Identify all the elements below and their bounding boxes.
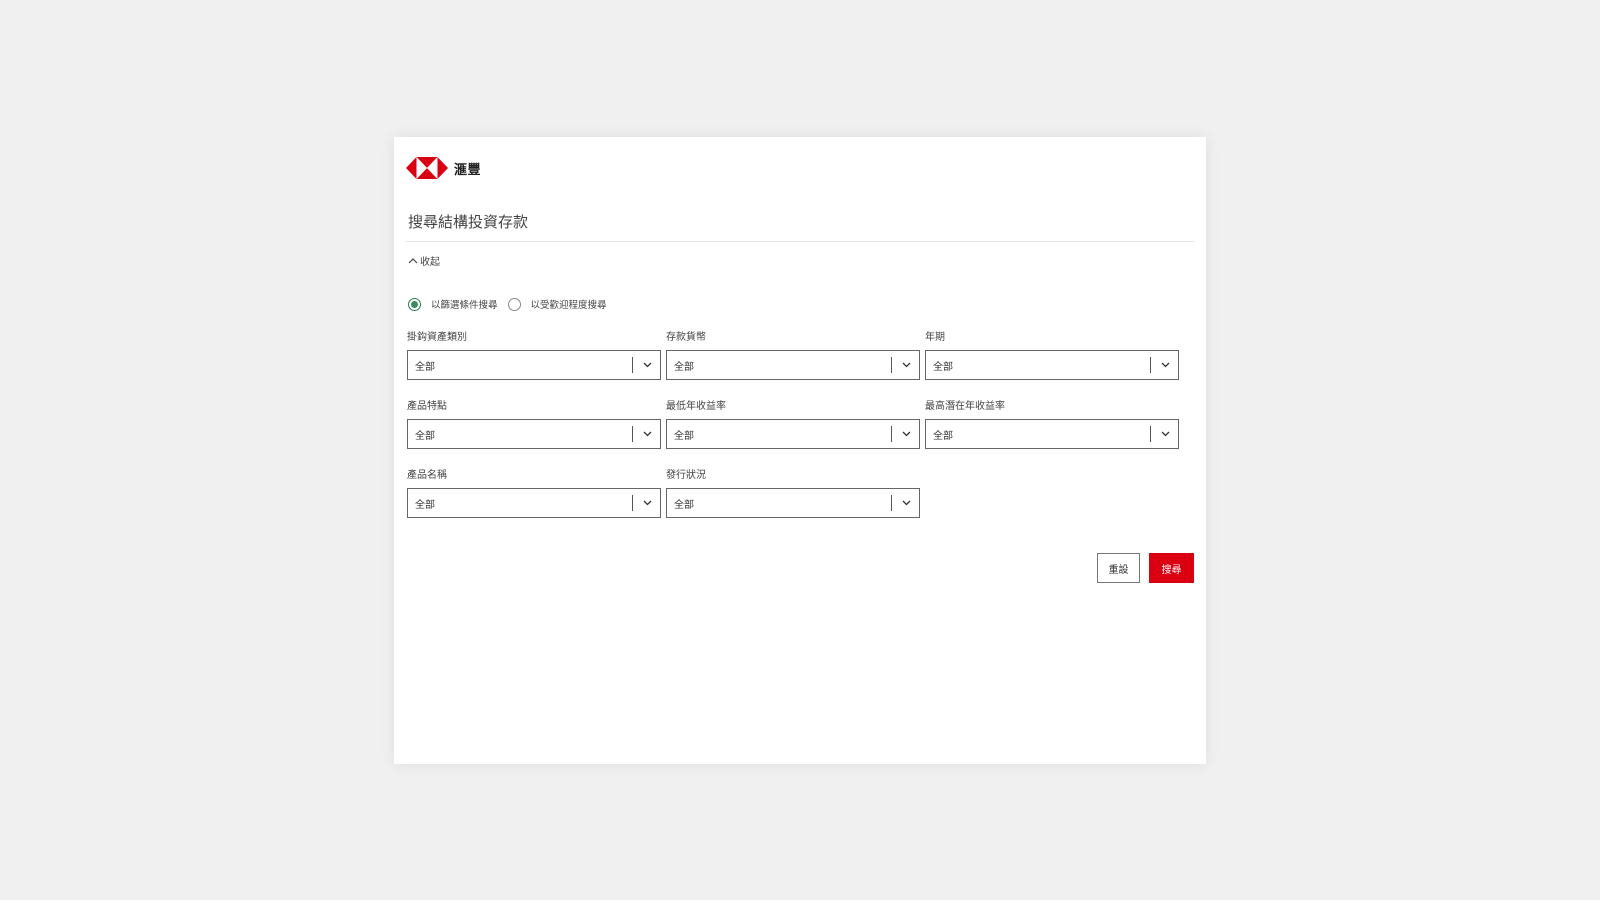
filter-max-potential-yield: 最高潛在年收益率 全部 — [925, 400, 1179, 449]
radio-popularity-search[interactable]: 以受歡迎程度搜尋 — [507, 297, 607, 311]
chevron-down-icon[interactable] — [642, 429, 652, 439]
deposit-currency-dropdown[interactable]: 全部 — [666, 350, 920, 380]
search-mode-radio-group: 以篩選條件搜尋 以受歡迎程度搜尋 — [408, 297, 617, 311]
chevron-down-icon[interactable] — [642, 360, 652, 370]
select-separator — [632, 495, 633, 511]
field-label: 存款貨幣 — [666, 332, 706, 343]
select-value: 全部 — [415, 499, 435, 511]
product-name-dropdown[interactable]: 全部 — [407, 488, 661, 518]
hsbc-logo: 滙豐 — [406, 157, 481, 179]
select-separator — [632, 357, 633, 373]
radio-button-unchecked[interactable] — [507, 297, 521, 311]
select-value: 全部 — [933, 430, 953, 442]
chevron-down-icon[interactable] — [901, 360, 911, 370]
field-label: 最高潛在年收益率 — [925, 401, 1005, 412]
radio-label: 以受歡迎程度搜尋 — [530, 300, 607, 311]
page-title: 搜尋結構投資存款 — [408, 213, 529, 231]
chevron-down-icon[interactable] — [642, 498, 652, 508]
select-value: 全部 — [674, 361, 694, 373]
collapse-toggle[interactable]: 收起 — [408, 253, 440, 268]
search-panel: 滙豐 搜尋結構投資存款 收起 以篩選條件搜尋 以受歡迎程度搜尋 掛鈎資產類別 全… — [394, 137, 1206, 764]
min-annual-yield-dropdown[interactable]: 全部 — [666, 419, 920, 449]
filter-min-annual-yield: 最低年收益率 全部 — [666, 400, 920, 449]
radio-button-checked[interactable] — [408, 297, 421, 311]
field-label: 產品名稱 — [407, 470, 447, 481]
field-label: 最低年收益率 — [666, 401, 726, 412]
hsbc-hexagon-icon — [406, 157, 448, 179]
filter-tenor: 年期 全部 — [925, 331, 1179, 380]
radio-label: 以篩選條件搜尋 — [431, 300, 498, 311]
max-potential-yield-dropdown[interactable]: 全部 — [925, 419, 1179, 449]
product-feature-dropdown[interactable]: 全部 — [407, 419, 661, 449]
select-value: 全部 — [933, 361, 953, 373]
select-separator — [891, 426, 892, 442]
chevron-down-icon[interactable] — [1160, 360, 1170, 370]
filter-issuance-status: 發行狀況 全部 — [666, 469, 920, 518]
select-value: 全部 — [674, 430, 694, 442]
title-divider — [406, 241, 1194, 242]
select-value: 全部 — [674, 499, 694, 511]
tenor-dropdown[interactable]: 全部 — [925, 350, 1179, 380]
field-label: 年期 — [925, 332, 945, 343]
linked-asset-class-dropdown[interactable]: 全部 — [407, 350, 661, 380]
chevron-up-icon — [408, 257, 418, 263]
field-label: 掛鈎資產類別 — [407, 332, 467, 343]
select-value: 全部 — [415, 361, 435, 373]
select-separator — [1150, 357, 1151, 373]
filter-deposit-currency: 存款貨幣 全部 — [666, 331, 920, 380]
select-separator — [632, 426, 633, 442]
field-label: 發行狀況 — [666, 470, 706, 481]
search-button[interactable]: 搜尋 — [1149, 553, 1194, 583]
issuance-status-dropdown[interactable]: 全部 — [666, 488, 920, 518]
logo-text: 滙豐 — [454, 162, 482, 178]
collapse-label: 收起 — [420, 257, 440, 268]
chevron-down-icon[interactable] — [901, 498, 911, 508]
select-value: 全部 — [415, 430, 435, 442]
filter-product-name: 產品名稱 全部 — [407, 469, 661, 518]
chevron-down-icon[interactable] — [1160, 429, 1170, 439]
field-label: 產品特點 — [407, 401, 447, 412]
reset-button[interactable]: 重設 — [1097, 553, 1140, 583]
chevron-down-icon[interactable] — [901, 429, 911, 439]
radio-filter-search[interactable]: 以篩選條件搜尋 — [408, 297, 498, 311]
filter-product-feature: 產品特點 全部 — [407, 400, 661, 449]
select-separator — [891, 495, 892, 511]
select-separator — [891, 357, 892, 373]
select-separator — [1150, 426, 1151, 442]
filter-linked-asset-class: 掛鈎資產類別 全部 — [407, 331, 661, 380]
